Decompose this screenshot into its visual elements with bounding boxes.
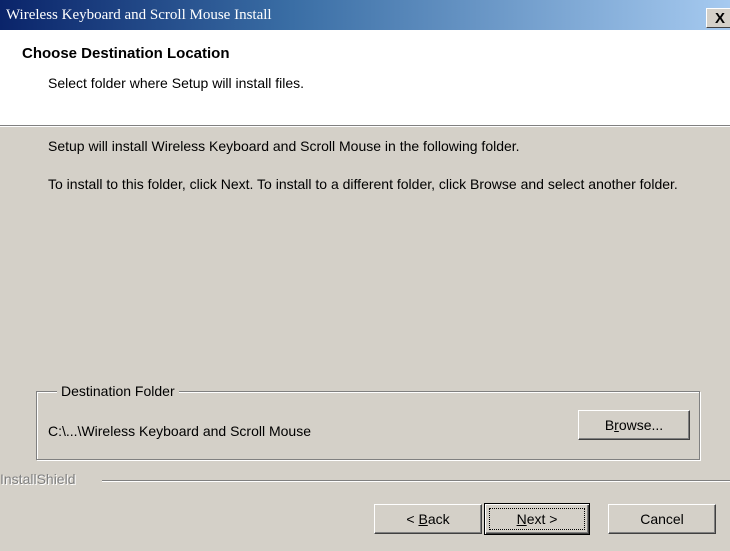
cancel-button-label: Cancel [640,511,684,527]
next-button[interactable]: Next > [484,503,590,535]
cancel-button[interactable]: Cancel [608,504,716,534]
browse-button[interactable]: Browse... [578,410,690,440]
back-button-label: < Back [406,511,450,527]
setup-dialog: Wireless Keyboard and Scroll Mouse Insta… [0,0,730,551]
destination-path: C:\...\Wireless Keyboard and Scroll Mous… [48,423,311,439]
title-bar[interactable]: Wireless Keyboard and Scroll Mouse Insta… [0,0,730,30]
page-subtitle: Select folder where Setup will install f… [48,75,305,91]
page-title: Choose Destination Location [22,45,230,62]
header-divider-highlight [0,126,730,127]
window-title: Wireless Keyboard and Scroll Mouse Insta… [6,7,272,23]
back-button[interactable]: < Back [374,504,482,534]
browse-button-label: Browse... [604,417,664,433]
install-info-text: Setup will install Wireless Keyboard and… [48,138,520,154]
instructions-text: To install to this folder, click Next. T… [48,176,678,192]
close-button[interactable]: X [706,8,730,28]
destination-folder-label: Destination Folder [57,383,179,399]
next-button-label: Next > [516,511,558,527]
close-icon: X [715,10,726,27]
wizard-header: Choose Destination Location Select folde… [0,30,730,125]
footer-divider-highlight [102,481,730,482]
installshield-brand: InstallShield [0,471,76,487]
